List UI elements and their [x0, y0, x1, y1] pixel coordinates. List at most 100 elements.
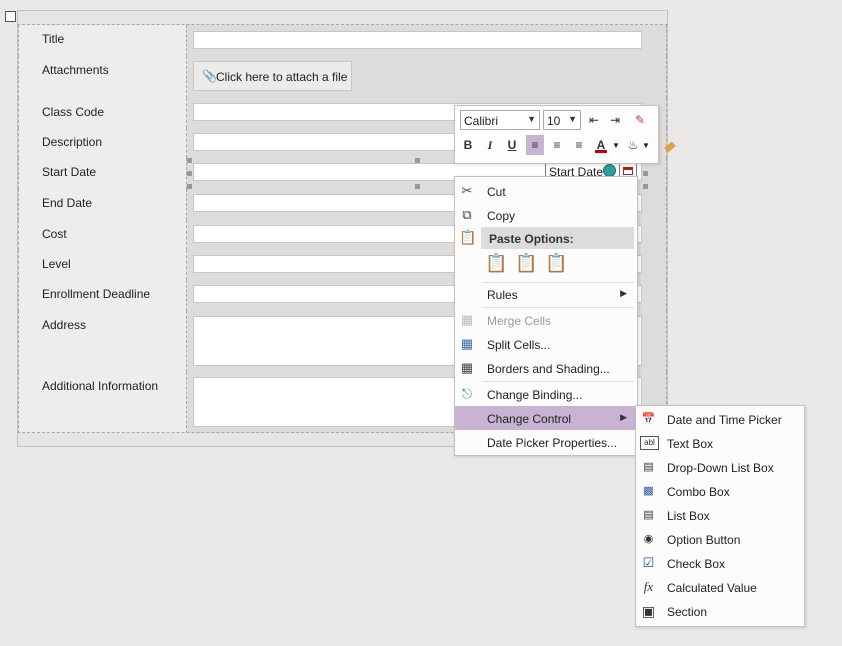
italic-button[interactable]: I — [481, 135, 499, 155]
menu-item-copy[interactable]: ⧉ Copy — [455, 203, 635, 227]
list-box-icon: ▤ — [643, 509, 654, 521]
menu-item-label: Copy — [487, 209, 516, 223]
chevron-down-icon[interactable]: ▼ — [642, 141, 650, 150]
submenu-item-label: Date and Time Picker — [667, 413, 782, 427]
chevron-right-icon: ▶ — [620, 412, 627, 422]
change-binding-icon: ⎋ — [461, 386, 473, 401]
chevron-right-icon: ▶ — [620, 288, 627, 298]
chevron-down-icon: ▼ — [527, 114, 536, 124]
font-name-select[interactable]: Calibri ▼ — [460, 110, 540, 130]
combo-box-icon: ▩ — [643, 485, 654, 497]
change-control-submenu: 📅 Date and Time Picker abl Text Box ▤ Drop-… — [635, 405, 805, 627]
menu-item-split-cells[interactable]: ▦ Split Cells... — [455, 332, 635, 356]
table-select-handle[interactable] — [5, 11, 16, 22]
context-menu: ✂ Cut ⧉ Copy 📋 Paste Options: 📋 📋 📋 Rules ▶… — [454, 176, 638, 456]
split-cells-icon: ▦ — [460, 336, 474, 351]
submenu-item-label: Calculated Value — [667, 581, 757, 595]
menu-item-borders-shading[interactable]: ▦ Borders and Shading... — [455, 356, 635, 380]
submenu-item-check-box[interactable]: ☑ Check Box — [636, 551, 802, 575]
chevron-down-icon[interactable]: ▼ — [612, 141, 620, 150]
label-address: Address — [18, 311, 187, 372]
title-field[interactable] — [193, 31, 642, 49]
label-cost: Cost — [18, 220, 187, 250]
calculated-value-icon: fx — [643, 579, 654, 594]
submenu-item-combo-box[interactable]: ▩ Combo Box — [636, 479, 802, 503]
text-box-icon: abl — [640, 436, 659, 450]
font-color-bar — [595, 150, 607, 153]
label-end-date: End Date — [18, 189, 187, 220]
submenu-item-section[interactable]: ▣ Section — [636, 599, 802, 623]
resize-handle[interactable] — [415, 158, 420, 163]
check-box-icon: ☑ — [642, 555, 655, 570]
menu-item-change-binding[interactable]: ⎋ Change Binding... — [455, 382, 635, 406]
align-center-icon[interactable]: ≡ — [548, 135, 566, 155]
menu-item-date-picker-properties[interactable]: Date Picker Properties... — [455, 430, 635, 454]
increase-indent-icon[interactable]: ⇥ — [606, 110, 624, 130]
menu-item-merge-cells[interactable]: ▦ Merge Cells — [455, 308, 635, 332]
submenu-item-label: Text Box — [667, 437, 714, 451]
resize-handle[interactable] — [643, 171, 648, 176]
underline-button[interactable]: U — [503, 135, 521, 155]
align-left-icon[interactable]: ≡ — [526, 135, 544, 155]
date-time-picker-icon: 📅 — [641, 413, 656, 425]
paste-text-only-icon[interactable]: 📋 — [545, 253, 567, 279]
dropdown-list-icon: ▤ — [643, 461, 654, 473]
format-painter-icon[interactable] — [663, 136, 677, 153]
submenu-item-label: Drop-Down List Box — [667, 461, 774, 475]
label-description: Description — [18, 128, 187, 158]
clear-formatting-icon[interactable]: ✎ — [631, 110, 649, 130]
label-level: Level — [18, 250, 187, 280]
resize-handle[interactable] — [187, 171, 192, 176]
submenu-item-calculated-value[interactable]: fx Calculated Value — [636, 575, 802, 599]
label-attachments: Attachments — [18, 56, 187, 98]
paperclip-icon: 📎 — [202, 69, 217, 83]
font-name-value: Calibri — [464, 114, 499, 128]
menu-item-cut[interactable]: ✂ Cut — [455, 179, 635, 203]
paste-merge-formatting-icon[interactable]: 📋 — [515, 253, 537, 279]
merge-cells-icon: ▦ — [460, 312, 474, 327]
font-size-select[interactable]: 10 ▼ — [543, 110, 581, 130]
menu-item-label: Date Picker Properties... — [487, 436, 618, 450]
submenu-item-label: Option Button — [667, 533, 741, 547]
menu-item-label: Change Control — [487, 412, 572, 426]
submenu-item-option-button[interactable]: ◉ Option Button — [636, 527, 802, 551]
section-icon: ▣ — [641, 603, 656, 619]
submenu-item-label: Combo Box — [667, 485, 730, 499]
submenu-item-label: List Box — [667, 509, 710, 523]
menu-item-change-control[interactable]: Change Control ▶ — [455, 406, 635, 430]
menu-item-label: Cut — [487, 185, 506, 199]
label-title: Title — [18, 25, 187, 56]
chevron-down-icon: ▼ — [568, 114, 577, 124]
option-button-icon: ◉ — [643, 533, 654, 545]
submenu-item-text-box[interactable]: abl Text Box — [636, 431, 802, 455]
form-top-strip — [17, 10, 668, 25]
menu-item-label: Merge Cells — [487, 314, 552, 328]
label-additional-information: Additional Information — [18, 372, 187, 433]
bold-button[interactable]: B — [459, 135, 477, 155]
decrease-indent-icon[interactable]: ⇤ — [585, 110, 603, 130]
scissors-icon: ✂ — [461, 183, 473, 198]
resize-handle[interactable] — [187, 158, 192, 163]
clipboard-icon: 📋 — [459, 229, 477, 245]
attach-file-button[interactable]: 📎 Click here to attach a file — [193, 61, 352, 91]
submenu-item-date-time-picker[interactable]: 📅 Date and Time Picker — [636, 407, 802, 431]
submenu-item-list-box[interactable]: ▤ List Box — [636, 503, 802, 527]
paste-keep-formatting-icon[interactable]: 📋 — [485, 253, 507, 279]
font-color-button[interactable]: A — [592, 135, 610, 155]
highlight-icon[interactable]: ♨ — [624, 135, 642, 155]
align-right-icon[interactable]: ≡ — [570, 135, 588, 155]
label-enrollment-deadline: Enrollment Deadline — [18, 280, 187, 311]
menu-item-rules[interactable]: Rules ▶ — [455, 282, 635, 306]
menu-item-label: Change Binding... — [487, 388, 583, 402]
menu-item-label: Rules — [487, 288, 518, 302]
submenu-item-drop-down-list-box[interactable]: ▤ Drop-Down List Box — [636, 455, 802, 479]
mini-toolbar: Calibri ▼ 10 ▼ ⇤ ⇥ ✎ B I U ≡ ≡ ≡ A ▼ ♨ ▼ — [454, 105, 676, 164]
attach-file-label: Click here to attach a file — [216, 70, 348, 84]
menu-item-label: Borders and Shading... — [487, 362, 610, 376]
submenu-item-label: Check Box — [667, 557, 726, 571]
borders-shading-icon: ▦ — [460, 360, 474, 375]
paste-options-header: Paste Options: — [481, 227, 634, 249]
label-class-code: Class Code — [18, 98, 187, 128]
copy-icon: ⧉ — [462, 207, 472, 222]
font-size-value: 10 — [547, 114, 561, 128]
